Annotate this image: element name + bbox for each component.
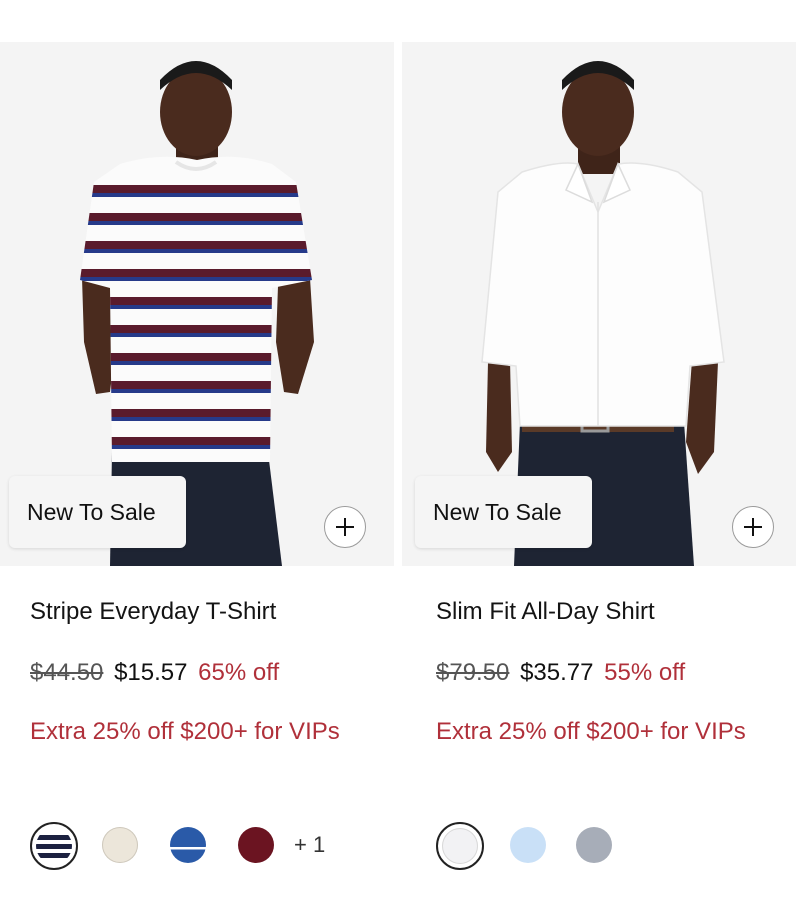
new-to-sale-badge: New To Sale (9, 476, 186, 548)
original-price: $44.50 (30, 659, 104, 686)
product-name[interactable]: Stripe Everyday T-Shirt (30, 598, 276, 626)
discount-percent: 55% off (604, 659, 686, 686)
sale-price: $15.57 (114, 659, 188, 686)
add-to-bag-button[interactable] (732, 506, 774, 548)
product-name[interactable]: Slim Fit All-Day Shirt (436, 598, 655, 626)
stripe-swatch-fill (36, 828, 72, 864)
stripe-swatch-graphic (36, 828, 72, 864)
product-grid: New To Sale Stripe Everyday T-Shirt $44.… (0, 42, 796, 900)
price-row: $79.50 $35.77 55% off (436, 659, 685, 687)
swatch-blue[interactable] (170, 827, 206, 863)
sale-price: $35.77 (520, 659, 594, 686)
vip-promo-text: Extra 25% off $200+ for VIPs (30, 718, 340, 745)
plus-icon (336, 518, 354, 536)
add-to-bag-button[interactable] (324, 506, 366, 548)
price-row: $44.50 $15.57 65% off (30, 659, 279, 687)
vip-promo-text: Extra 25% off $200+ for VIPs (436, 718, 746, 745)
white-swatch-fill (442, 828, 478, 864)
plus-icon (744, 518, 762, 536)
swatch-burgundy[interactable] (238, 827, 274, 863)
swatch-grey[interactable] (576, 827, 612, 863)
new-to-sale-badge: New To Sale (415, 476, 592, 548)
original-price: $79.50 (436, 659, 510, 686)
discount-percent: 65% off (198, 659, 280, 686)
swatch-light-blue[interactable] (510, 827, 546, 863)
swatch-stripe[interactable] (30, 822, 78, 870)
product-card[interactable]: New To Sale Slim Fit All-Day Shirt $79.5… (402, 42, 796, 900)
swatch-white[interactable] (436, 822, 484, 870)
swatch-cream[interactable] (102, 827, 138, 863)
product-card[interactable]: New To Sale Stripe Everyday T-Shirt $44.… (0, 42, 394, 900)
more-colors-count[interactable]: + 1 (294, 832, 325, 858)
